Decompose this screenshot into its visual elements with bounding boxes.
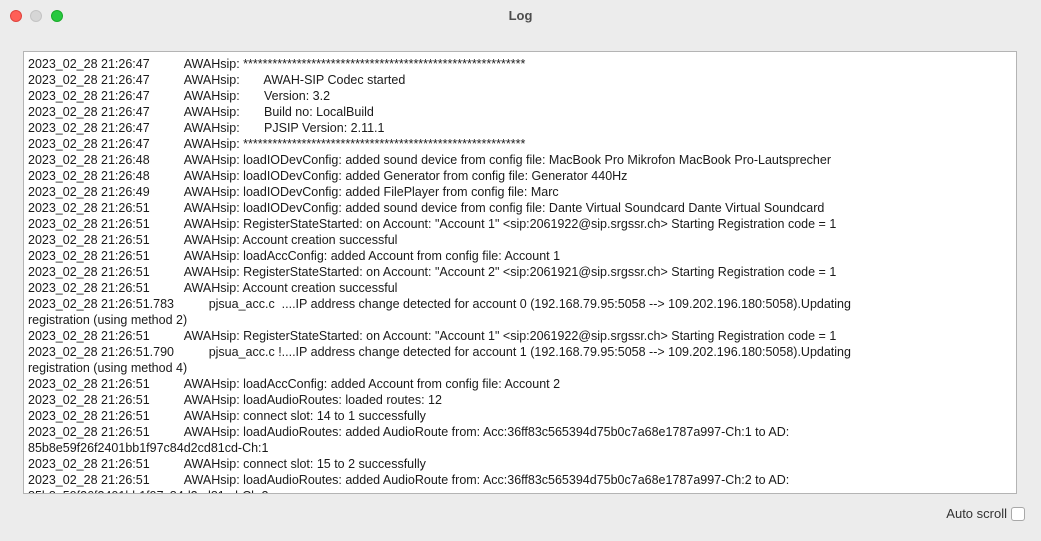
log-line: 2023_02_28 21:26:47 AWAHsip: AWAH-SIP Co… bbox=[28, 73, 406, 87]
log-line: 2023_02_28 21:26:51.790 pjsua_acc.c !...… bbox=[28, 345, 851, 359]
log-line: 2023_02_28 21:26:47 AWAHsip: Build no: L… bbox=[28, 105, 374, 119]
log-line: 2023_02_28 21:26:51 AWAHsip: loadAccConf… bbox=[28, 377, 561, 391]
log-lines: 2023_02_28 21:26:47 AWAHsip: ***********… bbox=[28, 56, 1012, 493]
log-line: 2023_02_28 21:26:51 AWAHsip: connect slo… bbox=[28, 409, 426, 423]
log-line: registration (using method 2) bbox=[28, 313, 188, 327]
log-line: 2023_02_28 21:26:47 AWAHsip: Version: 3.… bbox=[28, 89, 331, 103]
log-line: 2023_02_28 21:26:49 AWAHsip: loadIODevCo… bbox=[28, 185, 559, 199]
log-line: 2023_02_28 21:26:51 AWAHsip: loadAudioRo… bbox=[28, 393, 442, 407]
autoscroll-checkbox[interactable] bbox=[1011, 506, 1025, 521]
log-line: 2023_02_28 21:26:51.783 pjsua_acc.c ....… bbox=[28, 297, 851, 311]
log-line: 2023_02_28 21:26:47 AWAHsip: ***********… bbox=[28, 137, 526, 151]
log-line: 85b8e59f26f2401bb1f97c84d2cd81cd-Ch:1 bbox=[28, 441, 269, 455]
log-line: 85b8e59f26f2401bb1f97c84d2cd81cd-Ch:2 bbox=[28, 488, 1012, 493]
log-line: 2023_02_28 21:26:51 AWAHsip: loadAudioRo… bbox=[28, 473, 790, 487]
log-text-area[interactable]: 2023_02_28 21:26:47 AWAHsip: ***********… bbox=[23, 51, 1017, 494]
log-line: 2023_02_28 21:26:47 AWAHsip: PJSIP Versi… bbox=[28, 121, 385, 135]
log-line: 2023_02_28 21:26:48 AWAHsip: loadIODevCo… bbox=[28, 153, 831, 167]
autoscroll-label: Auto scroll bbox=[946, 506, 1007, 521]
log-line: 2023_02_28 21:26:51 AWAHsip: loadIODevCo… bbox=[28, 201, 825, 215]
log-window: Log 2023_02_28 21:26:47 AWAHsip: *******… bbox=[0, 0, 1041, 541]
title-bar: Log bbox=[0, 0, 1041, 32]
log-line: 2023_02_28 21:26:51 AWAHsip: loadAccConf… bbox=[28, 249, 561, 263]
log-line: 2023_02_28 21:26:47 AWAHsip: ***********… bbox=[28, 57, 526, 71]
log-line: 2023_02_28 21:26:51 AWAHsip: RegisterSta… bbox=[28, 217, 837, 231]
window-title: Log bbox=[508, 8, 533, 23]
log-line: 2023_02_28 21:26:51 AWAHsip: RegisterSta… bbox=[28, 329, 837, 343]
log-line: 2023_02_28 21:26:51 AWAHsip: Account cre… bbox=[28, 233, 398, 247]
log-line: 2023_02_28 21:26:48 AWAHsip: loadIODevCo… bbox=[28, 169, 628, 183]
autoscroll-control[interactable]: Auto scroll bbox=[946, 506, 1025, 521]
log-line: 2023_02_28 21:26:51 AWAHsip: connect slo… bbox=[28, 457, 426, 471]
log-line: 2023_02_28 21:26:51 AWAHsip: Account cre… bbox=[28, 281, 398, 295]
log-line: 2023_02_28 21:26:51 AWAHsip: loadAudioRo… bbox=[28, 425, 790, 439]
log-line: registration (using method 4) bbox=[28, 361, 188, 375]
log-line: 2023_02_28 21:26:51 AWAHsip: RegisterSta… bbox=[28, 265, 837, 279]
